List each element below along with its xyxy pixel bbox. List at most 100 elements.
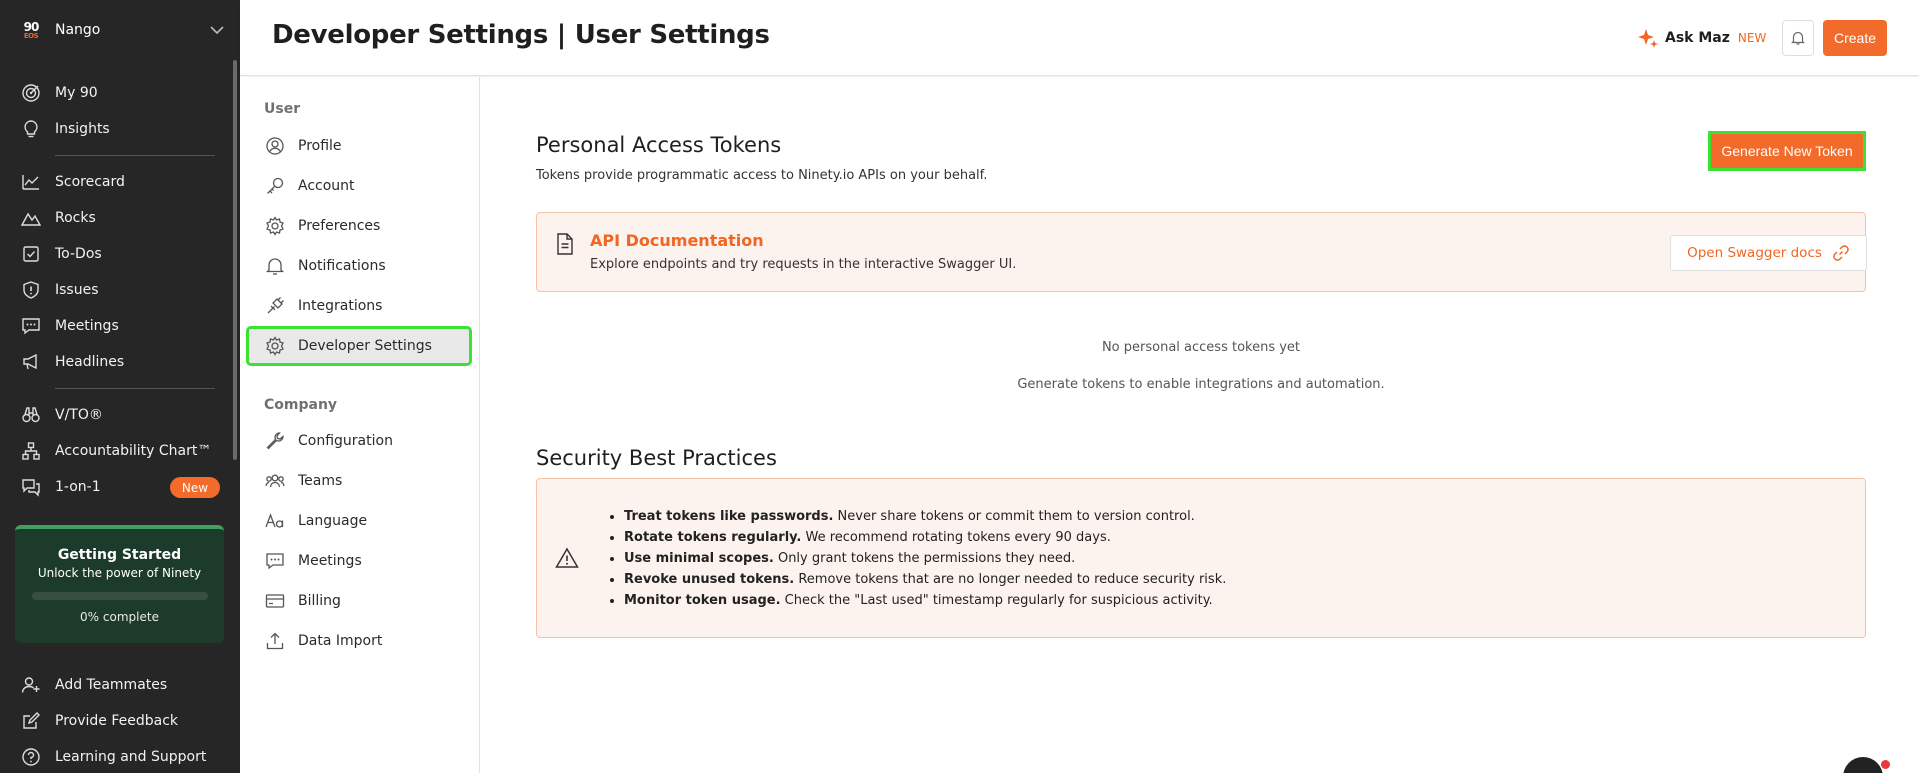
- sidebar-item-my-90[interactable]: My 90: [0, 78, 230, 108]
- megaphone-icon: [20, 351, 42, 373]
- sidebar-divider: [55, 388, 215, 389]
- list-item: Rotate tokens regularly. We recommend ro…: [624, 527, 1226, 548]
- ask-maz-button[interactable]: Ask Maz NEW: [1637, 25, 1766, 51]
- page-title: Developer Settings | User Settings: [272, 20, 770, 50]
- new-badge: New: [170, 477, 220, 498]
- security-practices-list: Treat tokens like passwords. Never share…: [624, 506, 1226, 611]
- gear-icon: [264, 335, 286, 357]
- user-circle-icon: [264, 135, 286, 157]
- sidebar-item-learning-support[interactable]: Learning and Support: [0, 742, 230, 772]
- eos-logo: 90 EOS: [23, 19, 40, 40]
- org-chart-icon: [20, 440, 42, 462]
- settings-nav: User Profile Account Preferences Notific…: [240, 77, 480, 773]
- tokens-description: Tokens provide programmatic access to Ni…: [536, 168, 988, 183]
- key-icon: [264, 175, 286, 197]
- sidebar-scrollbar[interactable]: [233, 60, 237, 460]
- getting-started-progress-bar: [31, 592, 208, 600]
- chat-dots-icon: [264, 550, 286, 572]
- list-item: Use minimal scopes. Only grant tokens th…: [624, 548, 1226, 569]
- list-item: Revoke unused tokens. Remove tokens that…: [624, 569, 1226, 590]
- team-icon: [264, 470, 286, 492]
- add-user-icon: [20, 674, 42, 696]
- main-sidebar: 90 EOS Nango My 90 Insights Scorecard Ro…: [0, 0, 240, 773]
- link-icon: [1833, 245, 1849, 261]
- upload-icon: [264, 630, 286, 652]
- tokens-heading: Personal Access Tokens: [536, 133, 782, 157]
- sidebar-item-insights[interactable]: Insights: [0, 114, 230, 144]
- mountain-icon: [20, 207, 42, 229]
- api-documentation-card: API Documentation Explore endpoints and …: [536, 212, 1867, 292]
- lightbulb-icon: [20, 118, 42, 140]
- company-section-heading: Company: [264, 397, 338, 413]
- chat-dots-icon: [20, 315, 42, 337]
- binoculars-icon: [20, 404, 42, 426]
- api-documentation-description: Explore endpoints and try requests in th…: [590, 257, 1017, 272]
- settings-item-developer-settings[interactable]: Developer Settings: [246, 326, 472, 366]
- bell-icon: [1791, 31, 1805, 45]
- ask-maz-new-badge: NEW: [1737, 31, 1767, 45]
- security-heading: Security Best Practices: [536, 446, 777, 470]
- settings-item-profile[interactable]: Profile: [248, 128, 470, 164]
- wrench-icon: [264, 430, 286, 452]
- sidebar-item-provide-feedback[interactable]: Provide Feedback: [0, 706, 230, 736]
- bell-icon: [264, 255, 286, 277]
- help-icon: [20, 746, 42, 768]
- sidebar-item-meetings[interactable]: Meetings: [0, 311, 230, 341]
- generate-new-token-button[interactable]: Generate New Token: [1708, 131, 1866, 171]
- open-swagger-docs-label: Open Swagger docs: [1687, 245, 1822, 261]
- settings-item-language[interactable]: Language: [248, 503, 470, 539]
- chevron-down-icon: [210, 26, 224, 35]
- checkbox-icon: [20, 243, 42, 265]
- sidebar-item-scorecard[interactable]: Scorecard: [0, 167, 230, 197]
- chart-line-icon: [20, 171, 42, 193]
- user-section-heading: User: [264, 101, 301, 117]
- settings-item-data-import[interactable]: Data Import: [248, 623, 470, 659]
- settings-item-meetings[interactable]: Meetings: [248, 543, 470, 579]
- org-switcher[interactable]: 90 EOS Nango: [20, 16, 225, 44]
- ask-maz-label: Ask Maz: [1665, 30, 1730, 46]
- target-icon: [20, 82, 42, 104]
- sidebar-item-todos[interactable]: To-Dos: [0, 239, 230, 269]
- sidebar-item-vto[interactable]: V/TO®: [0, 400, 230, 430]
- font-icon: [264, 510, 286, 532]
- notifications-button[interactable]: [1782, 20, 1814, 56]
- list-item: Treat tokens like passwords. Never share…: [624, 506, 1226, 527]
- sidebar-item-add-teammates[interactable]: Add Teammates: [0, 670, 230, 700]
- security-best-practices-card: Treat tokens like passwords. Never share…: [536, 478, 1866, 638]
- getting-started-progress-label: 0% complete: [80, 610, 159, 624]
- plug-icon: [264, 295, 286, 317]
- org-name: Nango: [55, 22, 101, 38]
- settings-item-billing[interactable]: Billing: [248, 583, 470, 619]
- create-button[interactable]: Create: [1823, 20, 1887, 56]
- open-swagger-docs-button[interactable]: Open Swagger docs: [1670, 235, 1867, 271]
- settings-item-notifications[interactable]: Notifications: [248, 248, 470, 284]
- settings-item-integrations[interactable]: Integrations: [248, 288, 470, 324]
- sidebar-item-rocks[interactable]: Rocks: [0, 203, 230, 233]
- sidebar-item-accountability-chart[interactable]: Accountability Chart™: [0, 436, 230, 466]
- settings-item-teams[interactable]: Teams: [248, 463, 470, 499]
- conversation-icon: [20, 476, 42, 498]
- document-icon: [557, 233, 573, 255]
- sidebar-item-issues[interactable]: Issues: [0, 275, 230, 305]
- main-content: Personal Access Tokens Tokens provide pr…: [481, 77, 1919, 773]
- getting-started-title: Getting Started: [57, 547, 182, 563]
- api-documentation-title: API Documentation: [590, 231, 764, 250]
- empty-state-subtitle: Generate tokens to enable integrations a…: [1017, 377, 1385, 392]
- list-item: Monitor token usage. Check the "Last use…: [624, 590, 1226, 611]
- warning-icon: [555, 547, 579, 568]
- sidebar-item-one-on-one[interactable]: 1-on-1 New: [0, 472, 230, 502]
- sidebar-item-headlines[interactable]: Headlines: [0, 347, 230, 377]
- gear-icon: [264, 215, 286, 237]
- credit-card-icon: [264, 590, 286, 612]
- shield-alert-icon: [20, 279, 42, 301]
- edit-icon: [20, 710, 42, 732]
- sparkle-icon: [1638, 29, 1658, 48]
- settings-item-preferences[interactable]: Preferences: [248, 208, 470, 244]
- getting-started-subtitle: Unlock the power of Ninety: [37, 566, 202, 580]
- sidebar-divider: [55, 155, 215, 156]
- settings-item-account[interactable]: Account: [248, 168, 470, 204]
- getting-started-card[interactable]: Getting Started Unlock the power of Nine…: [15, 525, 224, 643]
- settings-item-configuration[interactable]: Configuration: [248, 423, 470, 459]
- top-header: Developer Settings | User Settings Ask M…: [240, 0, 1919, 76]
- empty-state-title: No personal access tokens yet: [1101, 340, 1301, 355]
